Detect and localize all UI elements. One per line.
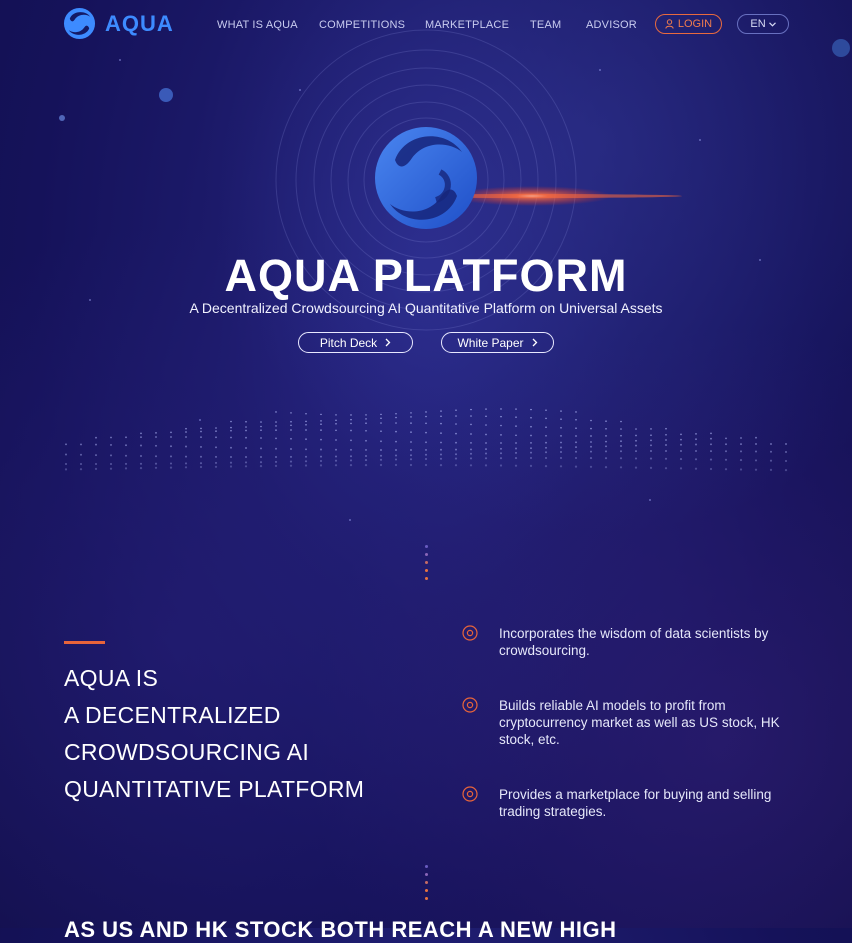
- next-section-heading: AS US AND HK STOCK BOTH REACH A NEW HIGH: [64, 917, 617, 942]
- nav-what-is-aqua[interactable]: WHAT IS AQUA: [217, 19, 298, 31]
- brand-name: AQUA: [105, 10, 174, 36]
- feature-text: Incorporates the wisdom of data scientis…: [499, 626, 769, 658]
- feature-text: Provides a marketplace for buying and se…: [499, 787, 772, 819]
- pitch-deck-button[interactable]: Pitch Deck: [298, 332, 413, 353]
- scroll-indicator: [424, 865, 428, 905]
- target-circle-icon: [462, 697, 478, 713]
- about-title-line: A DECENTRALIZED: [64, 702, 281, 728]
- target-circle-icon: [462, 786, 478, 802]
- section-accent-bar: [64, 641, 105, 644]
- about-title: AQUA IS A DECENTRALIZED CROWDSOURCING AI…: [64, 660, 364, 808]
- aqua-logo-icon: [63, 7, 96, 40]
- chevron-right-icon: [532, 338, 537, 347]
- language-label: EN: [750, 18, 766, 30]
- hero-subtitle: A Decentralized Crowdsourcing AI Quantit…: [189, 300, 663, 316]
- hero-title: AQUA PLATFORM: [224, 250, 628, 301]
- scroll-indicator: [424, 545, 428, 585]
- login-label: LOGIN: [677, 18, 713, 30]
- hero-logo-icon: [375, 127, 477, 229]
- about-title-line: AQUA IS: [64, 665, 159, 691]
- user-icon: [665, 19, 674, 29]
- login-button[interactable]: LOGIN: [655, 14, 722, 34]
- white-paper-button[interactable]: White Paper: [441, 332, 554, 353]
- feature-text: Builds reliable AI models to profit from…: [499, 698, 780, 747]
- nav-team[interactable]: TEAM: [530, 19, 561, 31]
- nav-competitions[interactable]: COMPETITIONS: [319, 19, 405, 31]
- nav-marketplace[interactable]: MARKETPLACE: [425, 19, 509, 31]
- feature-item: Provides a marketplace for buying and se…: [462, 786, 792, 820]
- feature-item: Incorporates the wisdom of data scientis…: [462, 625, 792, 659]
- top-nav: AQUA WHAT IS AQUA COMPETITIONS MARKETPLA…: [0, 0, 852, 48]
- about-title-line: CROWDSOURCING AI: [64, 739, 310, 765]
- white-paper-label: White Paper: [457, 335, 524, 350]
- about-title-line: QUANTITATIVE PLATFORM: [64, 776, 365, 802]
- chevron-down-icon: [768, 21, 776, 27]
- pitch-deck-label: Pitch Deck: [319, 335, 378, 350]
- language-selector[interactable]: EN: [737, 14, 789, 34]
- nav-advisor[interactable]: ADVISOR: [586, 19, 637, 31]
- chevron-right-icon: [385, 338, 391, 347]
- feature-item: Builds reliable AI models to profit from…: [462, 697, 792, 748]
- brand-logo[interactable]: AQUA: [63, 7, 174, 40]
- target-circle-icon: [462, 625, 478, 641]
